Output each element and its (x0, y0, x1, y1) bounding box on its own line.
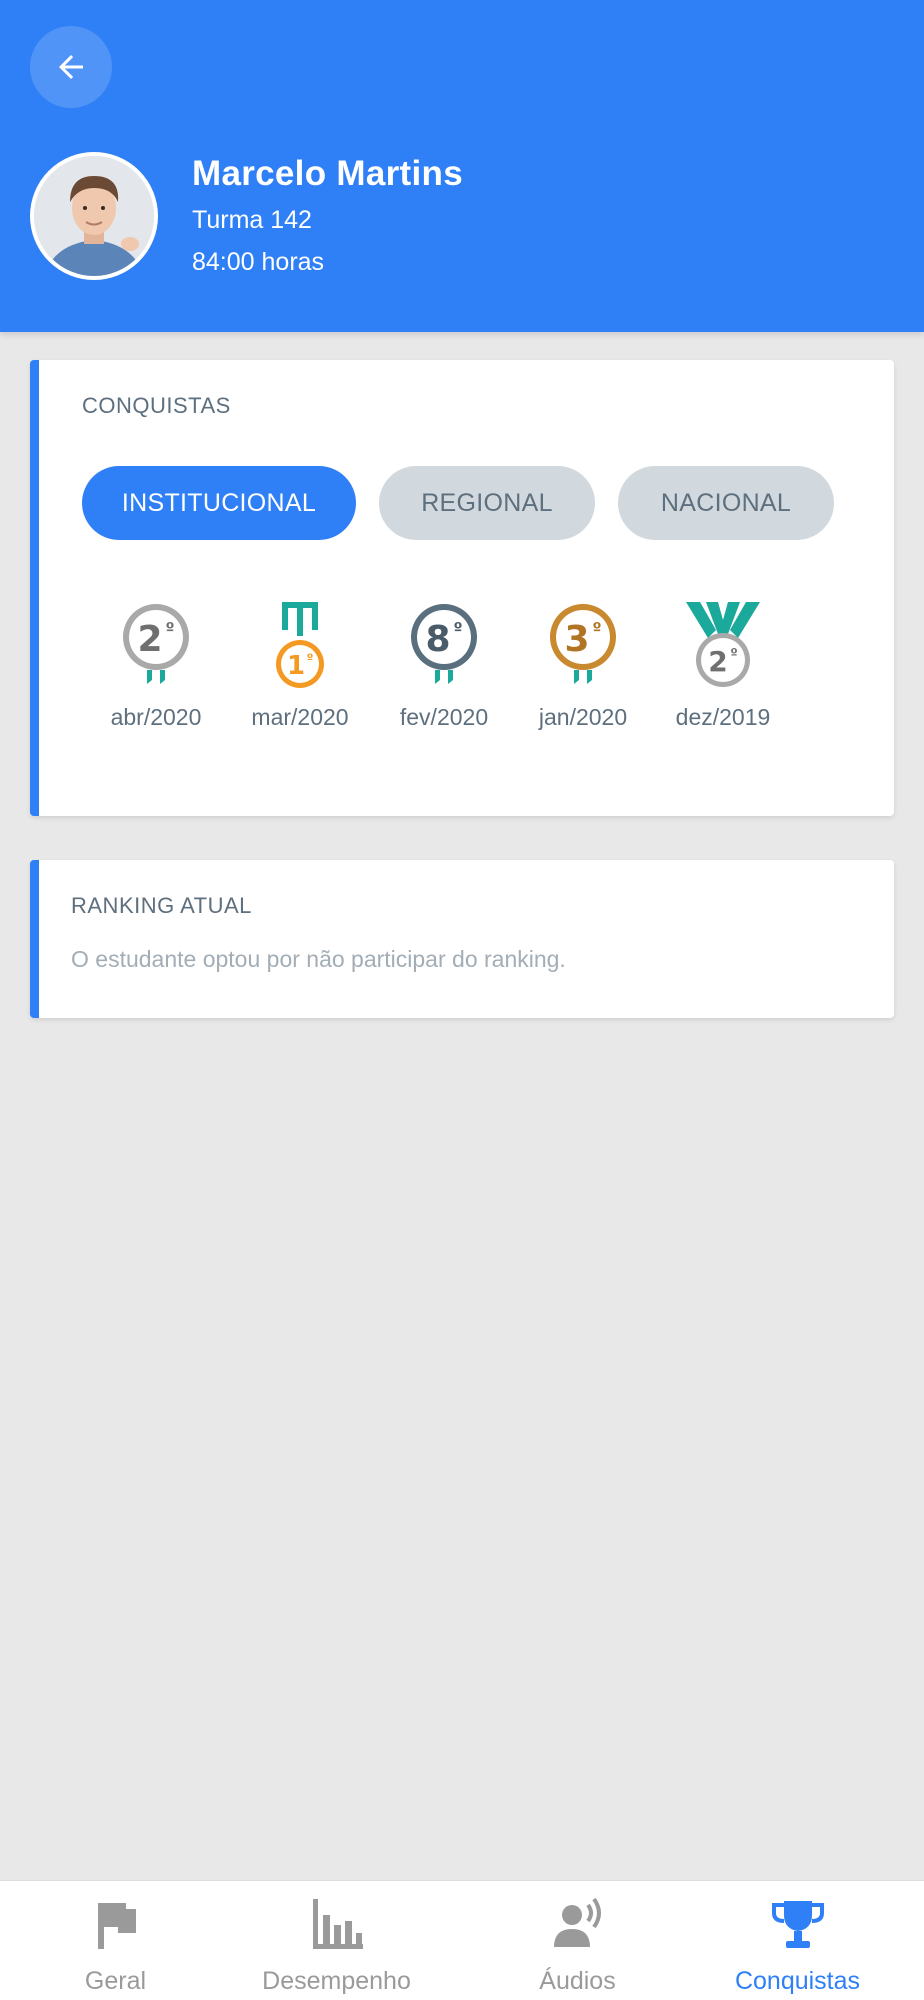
nav-item-geral[interactable]: Geral (0, 1881, 231, 2000)
medal-item[interactable]: 1 º mar/2020 (235, 600, 365, 740)
bottom-navigation: Geral Desempenho Áudios Conquistas (0, 1880, 924, 2000)
nav-item-conquistas[interactable]: Conquistas (682, 1881, 913, 2000)
tab-nacional[interactable]: NACIONAL (618, 466, 834, 540)
nav-label: Desempenho (262, 1967, 411, 1995)
bar-chart-icon (312, 1899, 363, 1949)
arrow-left-icon (59, 55, 83, 79)
speaker-icon (553, 1897, 601, 1947)
nav-item-audios[interactable]: Áudios (462, 1881, 693, 2000)
tab-regional[interactable]: REGIONAL (379, 466, 595, 540)
tab-label: INSTITUCIONAL (121, 488, 317, 517)
ranking-message: O estudante optou por não participar do … (71, 946, 566, 972)
nav-item-desempenho[interactable]: Desempenho (221, 1881, 452, 2000)
nav-label: Conquistas (734, 1967, 861, 1995)
nav-label: Geral (84, 1967, 147, 1995)
medal-item[interactable]: 2 º dez/2019 (658, 600, 788, 740)
avatar-image (34, 156, 154, 276)
medal-icon: 1 º (276, 602, 324, 688)
medal-date: mar/2020 (251, 704, 349, 730)
tab-institucional[interactable]: INSTITUCIONAL (82, 466, 356, 540)
medal-rank: 1 (287, 651, 305, 681)
medal-rank: 3 (564, 619, 589, 660)
medal-item[interactable]: 8 º fev/2020 (379, 600, 509, 740)
profile-name: Marcelo Martins (192, 154, 463, 193)
medal-rank: 2 (137, 619, 162, 660)
flag-icon (97, 1903, 136, 1949)
medal-icon: 2 º (686, 602, 760, 687)
medal-item[interactable]: 2 º abr/2020 (91, 600, 221, 740)
ranking-card: RANKING ATUAL O estudante optou por não … (30, 860, 894, 1018)
svg-text:º: º (730, 647, 737, 662)
medal-rank: 8 (425, 619, 450, 660)
medal-date: dez/2019 (675, 704, 771, 730)
achievements-card: CONQUISTAS INSTITUCIONAL REGIONAL NACION… (30, 360, 894, 816)
trophy-icon (771, 1901, 824, 1948)
nav-label: Áudios (539, 1967, 616, 1995)
medal-icon: 8 º (411, 604, 477, 684)
avatar (30, 152, 158, 280)
profile-class: Turma 142 (192, 206, 312, 234)
svg-text:º: º (453, 619, 462, 638)
achievements-title: CONQUISTAS (82, 393, 231, 418)
svg-text:º: º (592, 619, 601, 638)
tab-label: REGIONAL (421, 488, 553, 517)
medal-date: abr/2020 (110, 704, 202, 730)
medal-date: jan/2020 (538, 704, 628, 730)
medal-item[interactable]: 3 º jan/2020 (518, 600, 648, 740)
profile-header: Marcelo Martins Turma 142 84:00 horas (0, 0, 924, 332)
medal-icon: 2 º (123, 604, 189, 684)
profile-hours: 84:00 horas (192, 248, 325, 276)
svg-text:º: º (307, 651, 314, 665)
ranking-title: RANKING ATUAL (71, 893, 252, 918)
medal-icon: 3 º (550, 604, 616, 684)
medal-rank: 2 (708, 645, 727, 678)
tab-label: NACIONAL (660, 488, 792, 517)
svg-text:º: º (165, 619, 174, 638)
medal-date: fev/2020 (399, 704, 489, 730)
back-button[interactable] (30, 26, 112, 108)
